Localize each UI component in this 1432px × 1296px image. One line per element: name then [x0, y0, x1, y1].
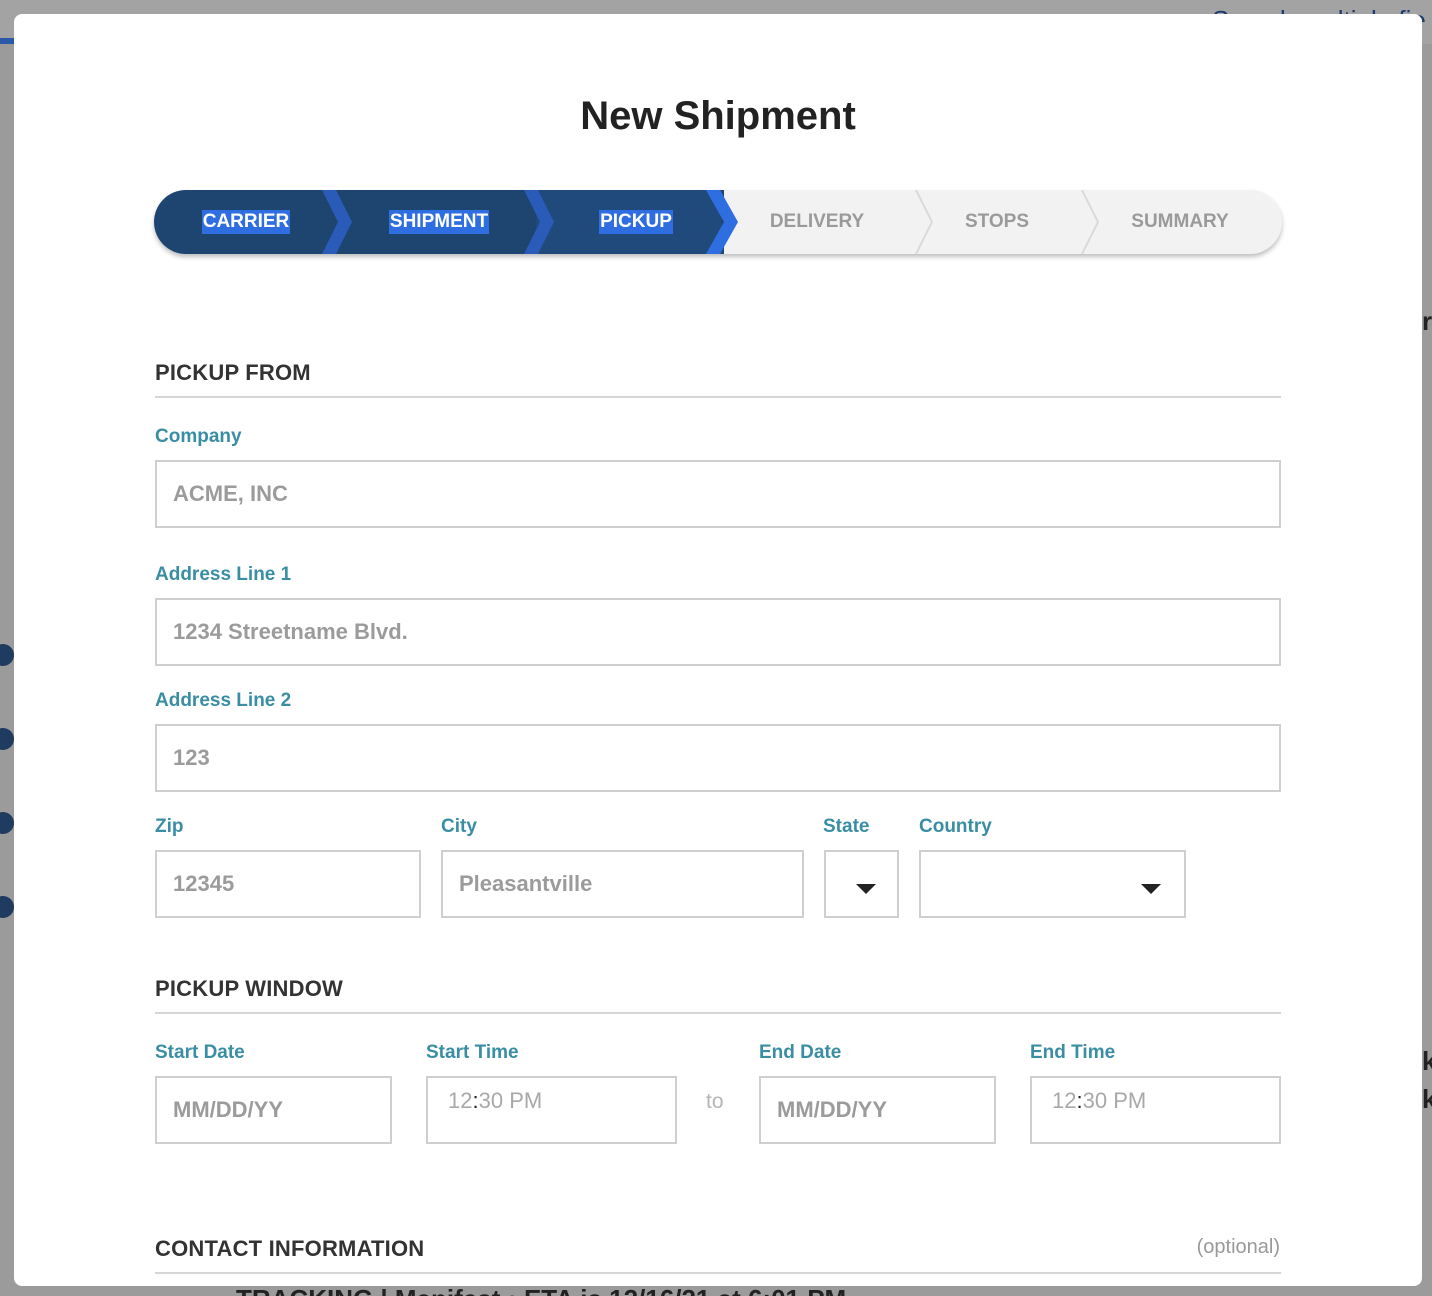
end-date-label: End Date: [759, 1042, 842, 1063]
zip-label: Zip: [155, 816, 184, 837]
background-text: k: [1422, 1084, 1432, 1114]
step-label: SUMMARY: [1131, 211, 1229, 232]
address-line-2-label: Address Line 2: [155, 690, 292, 711]
step-stops[interactable]: STOPS: [924, 190, 1070, 254]
progress-stepper: CARRIER SHIPMENT PICKUP DELIVERY STOPS S…: [154, 190, 1282, 254]
chevron-down-icon: [1141, 884, 1161, 894]
company-input[interactable]: [155, 460, 1281, 528]
start-date-input[interactable]: [155, 1076, 392, 1144]
state-select[interactable]: [824, 850, 899, 918]
modal-title: New Shipment: [580, 94, 856, 138]
section-divider: [155, 396, 1281, 398]
add-icon: [0, 644, 14, 666]
zip-input[interactable]: [155, 850, 421, 918]
company-label: Company: [155, 426, 242, 447]
start-time-label: Start Time: [426, 1042, 519, 1063]
address-line-1-label: Address Line 1: [155, 564, 292, 585]
start-time-minutes: 30 PM: [478, 1088, 543, 1113]
end-time-minutes: 30 PM: [1082, 1088, 1147, 1113]
background-text: k: [1422, 1046, 1432, 1076]
start-time-input[interactable]: 12:30 PM: [426, 1076, 677, 1144]
end-time-label: End Time: [1030, 1042, 1116, 1063]
address-line-2-input[interactable]: [155, 724, 1281, 792]
add-icon: [0, 896, 14, 918]
step-pickup[interactable]: PICKUP: [546, 190, 726, 254]
start-time-hour: 12: [448, 1088, 473, 1113]
background-text: r: [1422, 306, 1432, 336]
end-time-input[interactable]: 12:30 PM: [1030, 1076, 1281, 1144]
step-shipment[interactable]: SHIPMENT: [344, 190, 534, 254]
section-divider: [155, 1272, 1281, 1274]
add-icon: [0, 812, 14, 834]
country-select[interactable]: [919, 850, 1186, 918]
state-label: State: [823, 816, 870, 837]
city-label: City: [441, 816, 477, 837]
country-label: Country: [919, 816, 992, 837]
section-title-pickup-from: PICKUP FROM: [155, 360, 311, 385]
step-delivery[interactable]: DELIVERY: [734, 190, 900, 254]
step-label: SHIPMENT: [388, 210, 490, 234]
end-date-input[interactable]: [759, 1076, 996, 1144]
start-date-label: Start Date: [155, 1042, 245, 1063]
section-title-contact-information: CONTACT INFORMATION: [155, 1236, 425, 1261]
chevron-down-icon: [856, 884, 876, 894]
section-divider: [155, 1012, 1281, 1014]
step-label: PICKUP: [599, 210, 673, 234]
step-summary[interactable]: SUMMARY: [1094, 190, 1266, 254]
section-title-pickup-window: PICKUP WINDOW: [155, 976, 343, 1001]
range-separator-label: to: [706, 1090, 724, 1113]
step-label: DELIVERY: [769, 211, 865, 232]
background-accent-bar: [0, 38, 14, 44]
step-carrier[interactable]: CARRIER: [154, 190, 338, 254]
add-icon: [0, 728, 14, 750]
address-line-1-input[interactable]: [155, 598, 1281, 666]
new-shipment-modal: New Shipment CARRIER SHIPMENT PICKUP DEL…: [14, 14, 1422, 1286]
end-time-hour: 12: [1052, 1088, 1077, 1113]
step-label: CARRIER: [201, 210, 291, 234]
step-label: STOPS: [964, 211, 1030, 232]
city-input[interactable]: [441, 850, 804, 918]
optional-label: (optional): [1196, 1236, 1280, 1258]
